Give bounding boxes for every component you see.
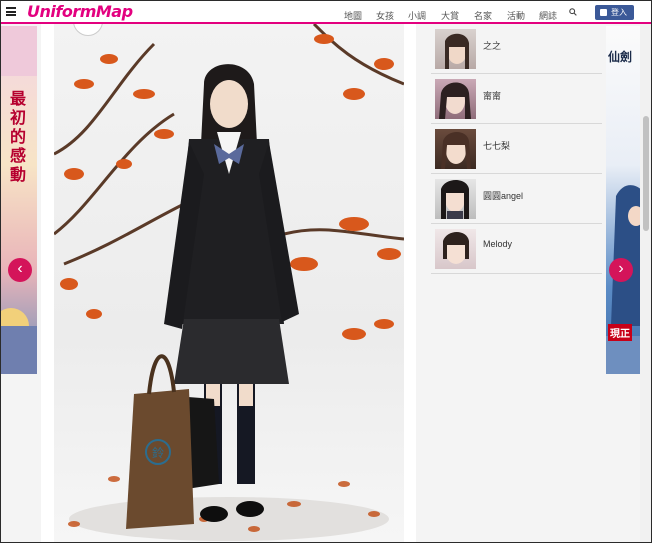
nav-item-experts[interactable]: 名家 [474, 9, 492, 22]
top-navbar: UniformMap 地圖 女孩 小調 大賞 名家 活動 網誌 登入 [1, 1, 651, 24]
page-scrollbar[interactable] [640, 24, 651, 542]
site-logo[interactable]: UniformMap [27, 2, 133, 21]
main-photo-container: 鈴 [41, 24, 416, 542]
login-button[interactable]: 登入 [595, 5, 634, 20]
login-label: 登入 [611, 8, 627, 17]
list-item[interactable]: 甯甯 [431, 74, 602, 124]
left-side-ad[interactable]: 最初的感動 [1, 26, 37, 374]
nav-item-map[interactable]: 地圖 [344, 9, 362, 22]
avatar[interactable] [435, 79, 476, 119]
list-item[interactable]: 七七梨 [431, 124, 602, 174]
related-profiles-list: 之之 甯甯 七七梨 圓圓angel Melody [431, 24, 602, 274]
profile-name[interactable]: Melody [483, 239, 512, 249]
nav-item-girls[interactable]: 女孩 [376, 9, 394, 22]
avatar[interactable] [435, 29, 476, 69]
profile-name[interactable]: 圓圓angel [483, 189, 523, 202]
avatar[interactable] [435, 179, 476, 219]
avatar[interactable] [435, 229, 476, 269]
photo-art: 鈴 [54, 24, 404, 541]
facebook-icon [600, 9, 607, 16]
right-ad-title: 仙劍 [608, 50, 633, 64]
list-item[interactable]: 之之 [431, 24, 602, 74]
chevron-right-icon[interactable]: › [609, 258, 633, 282]
left-ad-text: 最初的感動 [10, 89, 27, 184]
browser-frame: UniformMap 地圖 女孩 小調 大賞 名家 活動 網誌 登入 最初的感動 [0, 0, 652, 543]
hamburger-icon[interactable] [6, 7, 16, 16]
nav-item-survey[interactable]: 小調 [408, 9, 426, 22]
list-item[interactable]: Melody [431, 224, 602, 274]
main-photo[interactable]: 鈴 [54, 24, 404, 542]
nav-item-awards[interactable]: 大賞 [441, 9, 459, 22]
profile-name[interactable]: 七七梨 [483, 139, 510, 152]
right-ad-cta: 現正 [608, 324, 632, 341]
ad-art [1, 26, 37, 374]
search-icon[interactable] [569, 8, 577, 16]
profile-name[interactable]: 之之 [483, 39, 501, 52]
nav-item-events[interactable]: 活動 [507, 9, 525, 22]
list-item[interactable]: 圓圓angel [431, 174, 602, 224]
chevron-left-icon[interactable]: ‹ [8, 258, 32, 282]
avatar[interactable] [435, 129, 476, 169]
scrollbar-thumb[interactable] [643, 116, 649, 231]
bag-mark: 鈴 [152, 445, 164, 460]
profile-name[interactable]: 甯甯 [483, 89, 501, 102]
nav-item-blog[interactable]: 網誌 [539, 9, 557, 22]
